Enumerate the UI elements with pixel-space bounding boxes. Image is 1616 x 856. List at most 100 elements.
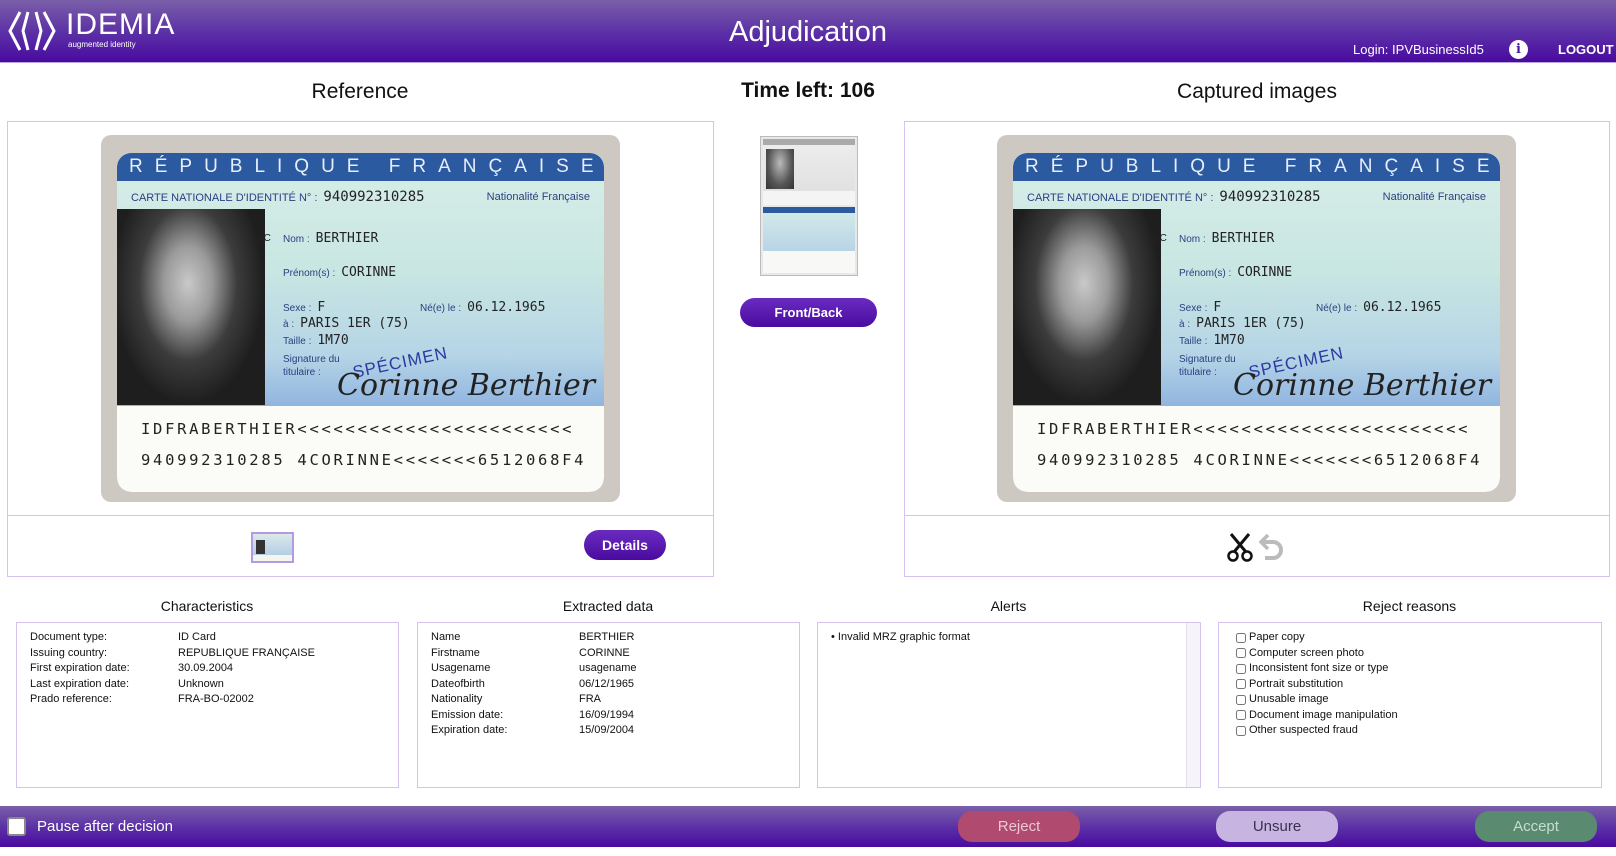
alerts-scrollbar[interactable] bbox=[1186, 623, 1200, 787]
characteristics-value: 30.09.2004 bbox=[178, 662, 234, 674]
extracted-data-value: 06/12/1965 bbox=[579, 677, 635, 690]
nom-label: Nom : bbox=[283, 234, 310, 245]
reject-reason-option[interactable]: Paper copy bbox=[1236, 630, 1398, 646]
card-birthdate: 06.12.1965 bbox=[1363, 300, 1442, 315]
birthplace-label: à : bbox=[283, 319, 295, 330]
reject-reason-label[interactable]: Inconsistent font size or type bbox=[1249, 661, 1388, 677]
characteristics-row: Prado reference: FRA-BO-02002 bbox=[30, 692, 315, 708]
extracted-data-row: Emission date: 16/09/1994 bbox=[431, 708, 637, 724]
app-header: IDEMIA augmented identity Adjudication L… bbox=[0, 0, 1616, 63]
reject-reason-label[interactable]: Document image manipulation bbox=[1249, 708, 1398, 724]
sexe-label: Sexe : bbox=[1179, 303, 1208, 314]
time-left: Time left: 106 bbox=[741, 79, 875, 102]
alert-item: • Invalid MRZ graphic format bbox=[831, 631, 970, 643]
extracted-data-label: Name bbox=[431, 631, 461, 643]
reject-reason-label[interactable]: Paper copy bbox=[1249, 630, 1305, 646]
extracted-data-title: Extracted data bbox=[562, 598, 654, 614]
reject-reason-option[interactable]: Unusable image bbox=[1236, 692, 1398, 708]
reject-reason-label[interactable]: Unusable image bbox=[1249, 692, 1329, 708]
reject-reason-option[interactable]: Computer screen photo bbox=[1236, 646, 1398, 662]
card-firstname: CORINNE bbox=[1237, 265, 1293, 280]
extracted-data-row: Usagename usagename bbox=[431, 661, 637, 677]
card-nationality: Nationalité Française bbox=[1382, 191, 1486, 203]
extracted-data-row: Dateofbirth 06/12/1965 bbox=[431, 677, 637, 693]
reference-panel: RÉPUBLIQUE FRANÇAISE CARTE NATIONALE D'I… bbox=[7, 121, 714, 577]
reject-reason-checkbox[interactable] bbox=[1236, 710, 1246, 721]
height-label: Taille : bbox=[283, 336, 312, 347]
reject-reasons-box: Paper copy Computer screen photo Inconsist… bbox=[1218, 622, 1602, 788]
extracted-data-label: Firstname bbox=[431, 646, 480, 659]
holder-signature: Corinne Berthier bbox=[337, 368, 596, 403]
card-firstname: CORINNE bbox=[341, 265, 397, 280]
card-height: 1M70 bbox=[1213, 333, 1245, 348]
reject-reason-label[interactable]: Other suspected fraud bbox=[1249, 723, 1358, 739]
card-code: BC bbox=[257, 233, 271, 244]
extracted-data-label: Dateofbirth bbox=[431, 677, 485, 690]
alerts-title: Alerts bbox=[990, 598, 1027, 614]
reject-reasons-title: Reject reasons bbox=[1362, 598, 1457, 614]
details-button[interactable]: Details bbox=[584, 530, 666, 560]
reject-reason-option[interactable]: Other suspected fraud bbox=[1236, 723, 1398, 739]
reject-reason-checkbox[interactable] bbox=[1236, 663, 1246, 674]
back-side-thumbnail[interactable] bbox=[763, 207, 855, 273]
accept-button[interactable]: Accept bbox=[1475, 811, 1597, 842]
height-label: Taille : bbox=[1179, 336, 1208, 347]
reject-reason-option[interactable]: Portrait substitution bbox=[1236, 677, 1398, 693]
birth-label: Né(e) le : bbox=[420, 303, 462, 314]
login-label: Login: IPVBusinessId5 bbox=[1353, 42, 1484, 57]
unsure-button[interactable]: Unsure bbox=[1216, 811, 1338, 842]
card-birthplace: PARIS 1ER (75) bbox=[1196, 316, 1306, 331]
extracted-data-row: Nationality FRA bbox=[431, 692, 637, 708]
reference-thumbnail[interactable] bbox=[251, 532, 294, 563]
scissors-icon[interactable] bbox=[1227, 532, 1253, 562]
reject-reason-option[interactable]: Inconsistent font size or type bbox=[1236, 661, 1398, 677]
portrait-photo bbox=[117, 209, 265, 405]
prenom-label: Prénom(s) : bbox=[1179, 268, 1232, 279]
characteristics-title: Characteristics bbox=[160, 598, 254, 614]
captured-id-card-image: RÉPUBLIQUE FRANÇAISE CARTE NATIONALE D'I… bbox=[997, 135, 1516, 502]
characteristics-label: Document type: bbox=[30, 631, 108, 643]
reject-reason-label[interactable]: Portrait substitution bbox=[1249, 677, 1343, 693]
characteristics-row: Issuing country: REPUBLIQUE FRANÇAISE bbox=[30, 646, 315, 662]
characteristics-label: Last expiration date: bbox=[30, 677, 130, 690]
extracted-data-value: CORINNE bbox=[579, 646, 630, 659]
front-side-thumbnail[interactable] bbox=[763, 139, 855, 205]
pause-after-decision-label[interactable]: Pause after decision bbox=[37, 818, 173, 835]
card-birthplace: PARIS 1ER (75) bbox=[300, 316, 410, 331]
info-icon[interactable]: i bbox=[1509, 40, 1528, 59]
front-back-button[interactable]: Front/Back bbox=[740, 298, 877, 327]
mrz-line-2: 940992310285 4CORINNE<<<<<<<6512068F4 bbox=[141, 451, 587, 469]
reject-reason-checkbox[interactable] bbox=[1236, 648, 1246, 659]
reject-reason-option[interactable]: Document image manipulation bbox=[1236, 708, 1398, 724]
extracted-data-value: FRA bbox=[579, 693, 601, 705]
alerts-box: • Invalid MRZ graphic format bbox=[817, 622, 1201, 788]
reject-reason-checkbox[interactable] bbox=[1236, 694, 1246, 705]
reject-reason-label[interactable]: Computer screen photo bbox=[1249, 646, 1364, 662]
captured-images-title: Captured images bbox=[1177, 80, 1337, 103]
characteristics-box: Document type: ID Card Issuing country: REP… bbox=[16, 622, 399, 788]
extracted-data-box: Name BERTHIER Firstname CORINNE Usagename usa… bbox=[417, 622, 800, 788]
card-surname: BERTHIER bbox=[1211, 231, 1275, 246]
card-surname: BERTHIER bbox=[315, 231, 379, 246]
extracted-data-label: Nationality bbox=[431, 693, 483, 705]
extracted-data-row: Name BERTHIER bbox=[431, 630, 637, 646]
card-number-label: CARTE NATIONALE D'IDENTITÉ N° : bbox=[131, 192, 318, 204]
logout-link[interactable]: LOGOUT bbox=[1558, 42, 1614, 57]
reject-button[interactable]: Reject bbox=[958, 811, 1080, 842]
characteristics-row: First expiration date: 30.09.2004 bbox=[30, 661, 315, 677]
card-nationality: Nationalité Française bbox=[486, 191, 590, 203]
card-number: 940992310285 bbox=[1219, 189, 1321, 205]
extracted-data-value: usagename bbox=[579, 662, 637, 674]
mrz-line-1: IDFRABERTHIER<<<<<<<<<<<<<<<<<<<<<<< bbox=[1037, 420, 1471, 438]
card-number: 940992310285 bbox=[323, 189, 425, 205]
reject-reason-checkbox[interactable] bbox=[1236, 632, 1246, 643]
undo-arrow-icon[interactable] bbox=[1259, 532, 1285, 562]
extracted-data-label: Usagename bbox=[431, 662, 491, 674]
front-back-thumbnail[interactable] bbox=[760, 136, 858, 276]
card-sex: F bbox=[1213, 300, 1222, 315]
reject-reason-checkbox[interactable] bbox=[1236, 725, 1246, 736]
pause-after-decision-checkbox[interactable] bbox=[7, 817, 26, 836]
characteristics-row: Last expiration date: Unknown bbox=[30, 677, 315, 693]
characteristics-value: FRA-BO-02002 bbox=[178, 693, 254, 705]
reject-reason-checkbox[interactable] bbox=[1236, 679, 1246, 690]
